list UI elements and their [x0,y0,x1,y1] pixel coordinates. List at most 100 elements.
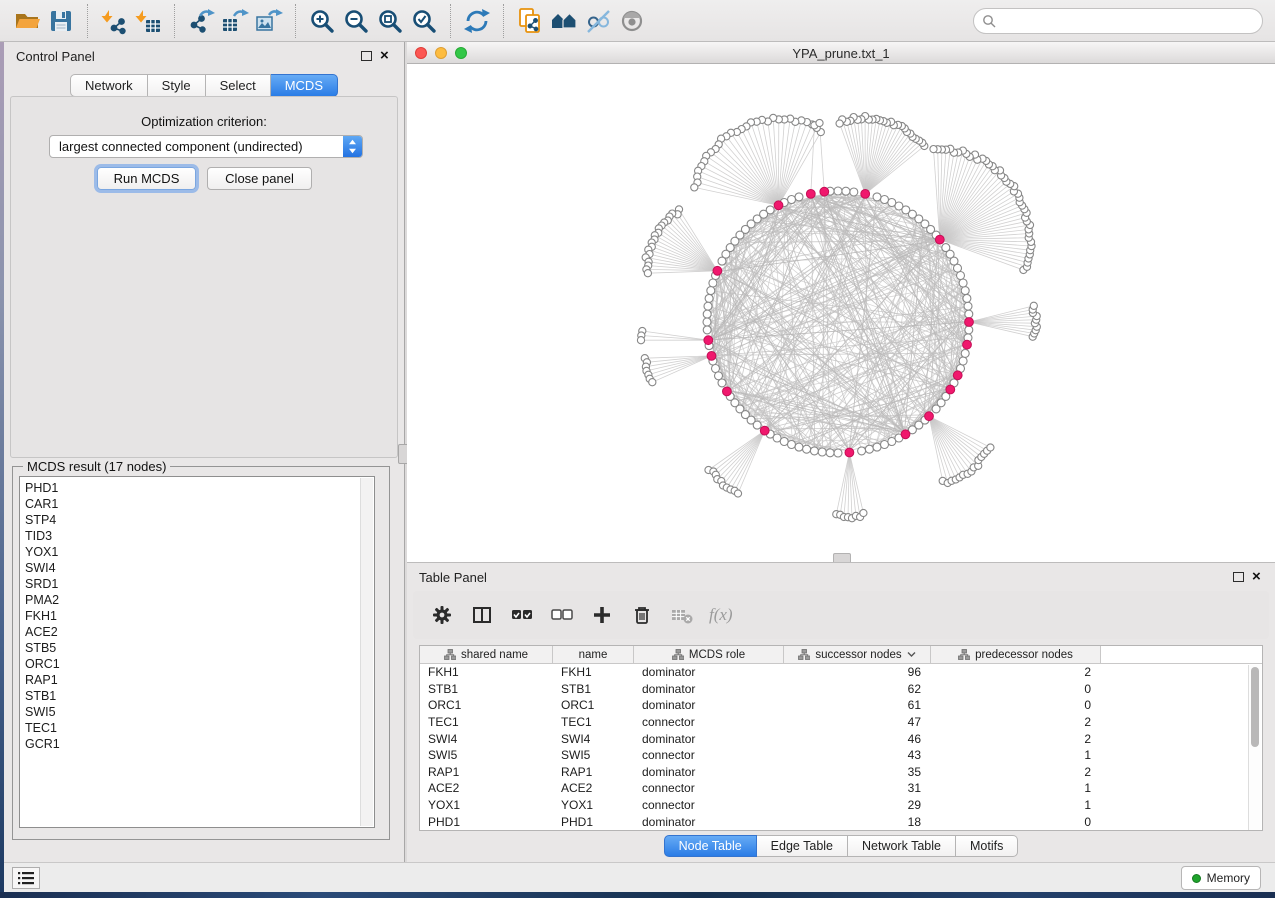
export-image-icon [255,7,283,35]
table-row[interactable]: ORC1ORC1dominator610 [420,697,1250,714]
float-panel-icon[interactable] [1233,572,1244,582]
import-table-button[interactable] [131,4,165,38]
mcds-result-item[interactable]: STB1 [25,688,374,704]
column-header-MCDS-role[interactable]: MCDS role [634,646,784,664]
tab-network[interactable]: Network [70,74,148,97]
cytoscape-app: Control Panel × NetworkStyleSelectMCDS O… [0,0,1275,898]
mcds-result-item[interactable]: STB5 [25,640,374,656]
checked-boxes-icon [510,604,534,626]
hide-details-button[interactable] [581,4,615,38]
table-row[interactable]: SWI5SWI5connector431 [420,747,1250,764]
mcds-result-item[interactable]: SRD1 [25,576,374,592]
mcds-result-item[interactable]: ACE2 [25,624,374,640]
first-neighbors-button[interactable] [547,4,581,38]
show-columns-button[interactable] [469,602,495,628]
mcds-result-item[interactable]: TEC1 [25,720,374,736]
delete-table-button[interactable] [669,602,695,628]
tab-node-table[interactable]: Node Table [664,835,757,857]
table-row[interactable]: PHD1PHD1dominator180 [420,813,1250,830]
network-canvas[interactable] [407,64,1275,562]
network-graph[interactable] [407,64,1275,562]
close-panel-button[interactable]: Close panel [207,167,312,190]
table-cell: ORC1 [420,698,553,712]
table-cell: ACE2 [553,781,634,795]
zoom-in-icon [308,7,336,35]
zoom-selected-button[interactable] [407,4,441,38]
export-network-button[interactable] [184,4,218,38]
network-window-titlebar[interactable]: YPA_prune.txt_1 [407,42,1275,64]
import-network-button[interactable] [97,4,131,38]
tab-mcds[interactable]: MCDS [271,74,338,97]
tab-edge-table[interactable]: Edge Table [757,835,848,857]
select-all-button[interactable] [509,602,535,628]
table-cell: RAP1 [420,765,553,779]
result-scrollbar[interactable] [360,478,373,826]
column-header-shared-name[interactable]: shared name [420,646,553,664]
mcds-result-item[interactable]: STP4 [25,512,374,528]
eye-icon [618,7,646,35]
columns-icon [471,604,493,626]
table-scrollbar-thumb[interactable] [1251,667,1259,747]
table-cell: dominator [634,682,784,696]
table-row[interactable]: SWI4SWI4dominator462 [420,730,1250,747]
float-panel-icon[interactable] [361,51,372,61]
clone-network-button[interactable] [513,4,547,38]
open-session-button[interactable] [10,4,44,38]
mcds-result-item[interactable]: CAR1 [25,496,374,512]
table-cell: connector [634,781,784,795]
criterion-dropdown[interactable]: largest connected component (undirected) [49,135,363,158]
table-row[interactable]: RAP1RAP1dominator352 [420,764,1250,781]
column-header-name[interactable]: name [553,646,634,664]
mcds-result-item[interactable]: SWI4 [25,560,374,576]
table-row[interactable]: ACE2ACE2connector311 [420,780,1250,797]
panel-selector-button[interactable] [12,867,40,889]
add-column-button[interactable] [589,602,615,628]
run-mcds-button[interactable]: Run MCDS [97,167,196,190]
function-builder-button[interactable]: f(x) [709,602,733,628]
table-row[interactable]: TEC1TEC1connector472 [420,714,1250,731]
memory-button[interactable]: Memory [1181,866,1261,890]
zoom-in-button[interactable] [305,4,339,38]
table-row[interactable]: FKH1FKH1dominator962 [420,664,1250,681]
tab-style[interactable]: Style [148,74,206,97]
dropdown-stepper-icon [343,136,362,157]
tab-motifs[interactable]: Motifs [956,835,1018,857]
table-row[interactable]: YOX1YOX1connector291 [420,797,1250,814]
column-header-successor-nodes[interactable]: successor nodes [784,646,931,664]
export-table-button[interactable] [218,4,252,38]
table-header: shared namenameMCDS rolesuccessor nodesp… [420,646,1262,664]
mcds-result-item[interactable]: PMA2 [25,592,374,608]
table-settings-button[interactable] [429,602,455,628]
table-cell: 96 [784,665,931,679]
refresh-layout-button[interactable] [460,4,494,38]
column-header-predecessor-nodes[interactable]: predecessor nodes [931,646,1101,664]
close-panel-icon[interactable]: × [380,47,389,65]
open-folder-icon [13,7,41,35]
table-cell: 2 [931,765,1101,779]
delete-column-button[interactable] [629,602,655,628]
mcds-result-item[interactable]: ORC1 [25,656,374,672]
table-scrollbar[interactable] [1248,665,1261,830]
mcds-result-item[interactable]: SWI5 [25,704,374,720]
search-input[interactable] [1001,10,1262,32]
tab-select[interactable]: Select [206,74,271,97]
table-cell: connector [634,798,784,812]
mcds-result-item[interactable]: RAP1 [25,672,374,688]
mcds-result-item[interactable]: TID3 [25,528,374,544]
export-image-button[interactable] [252,4,286,38]
close-panel-icon[interactable]: × [1252,568,1261,586]
mcds-result-item[interactable]: PHD1 [25,480,374,496]
deselect-all-button[interactable] [549,602,575,628]
zoom-fit-button[interactable] [373,4,407,38]
birds-eye-view-button[interactable] [615,4,649,38]
table-cell: STB1 [553,682,634,696]
mcds-result-list[interactable]: PHD1CAR1STP4TID3YOX1SWI4SRD1PMA2FKH1ACE2… [19,476,375,828]
table-row[interactable]: STB1STB1dominator620 [420,681,1250,698]
mcds-result-item[interactable]: FKH1 [25,608,374,624]
save-session-button[interactable] [44,4,78,38]
table-cell: 62 [784,682,931,696]
tab-network-table[interactable]: Network Table [848,835,956,857]
mcds-result-item[interactable]: YOX1 [25,544,374,560]
mcds-result-item[interactable]: GCR1 [25,736,374,752]
zoom-out-button[interactable] [339,4,373,38]
